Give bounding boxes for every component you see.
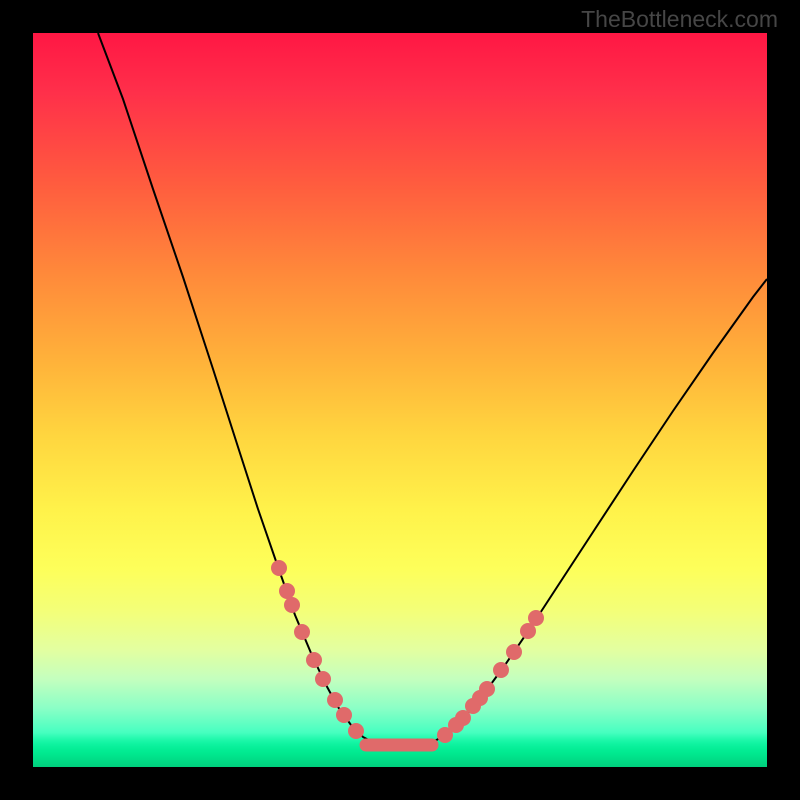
data-dot <box>315 671 331 687</box>
data-dot <box>479 681 495 697</box>
bottleneck-curve <box>98 33 767 749</box>
data-dot <box>528 610 544 626</box>
watermark-text: TheBottleneck.com <box>581 6 778 33</box>
right-dot-group <box>437 610 544 743</box>
data-dot <box>327 692 343 708</box>
data-dot <box>279 583 295 599</box>
data-dot <box>306 652 322 668</box>
data-dot <box>506 644 522 660</box>
data-dot <box>336 707 352 723</box>
data-dot <box>284 597 300 613</box>
data-dot <box>493 662 509 678</box>
frame: TheBottleneck.com <box>0 0 800 800</box>
chart-svg <box>33 33 767 767</box>
left-dot-group <box>271 560 364 739</box>
plot-area <box>33 33 767 767</box>
data-dot <box>348 723 364 739</box>
data-dot <box>294 624 310 640</box>
data-dot <box>271 560 287 576</box>
